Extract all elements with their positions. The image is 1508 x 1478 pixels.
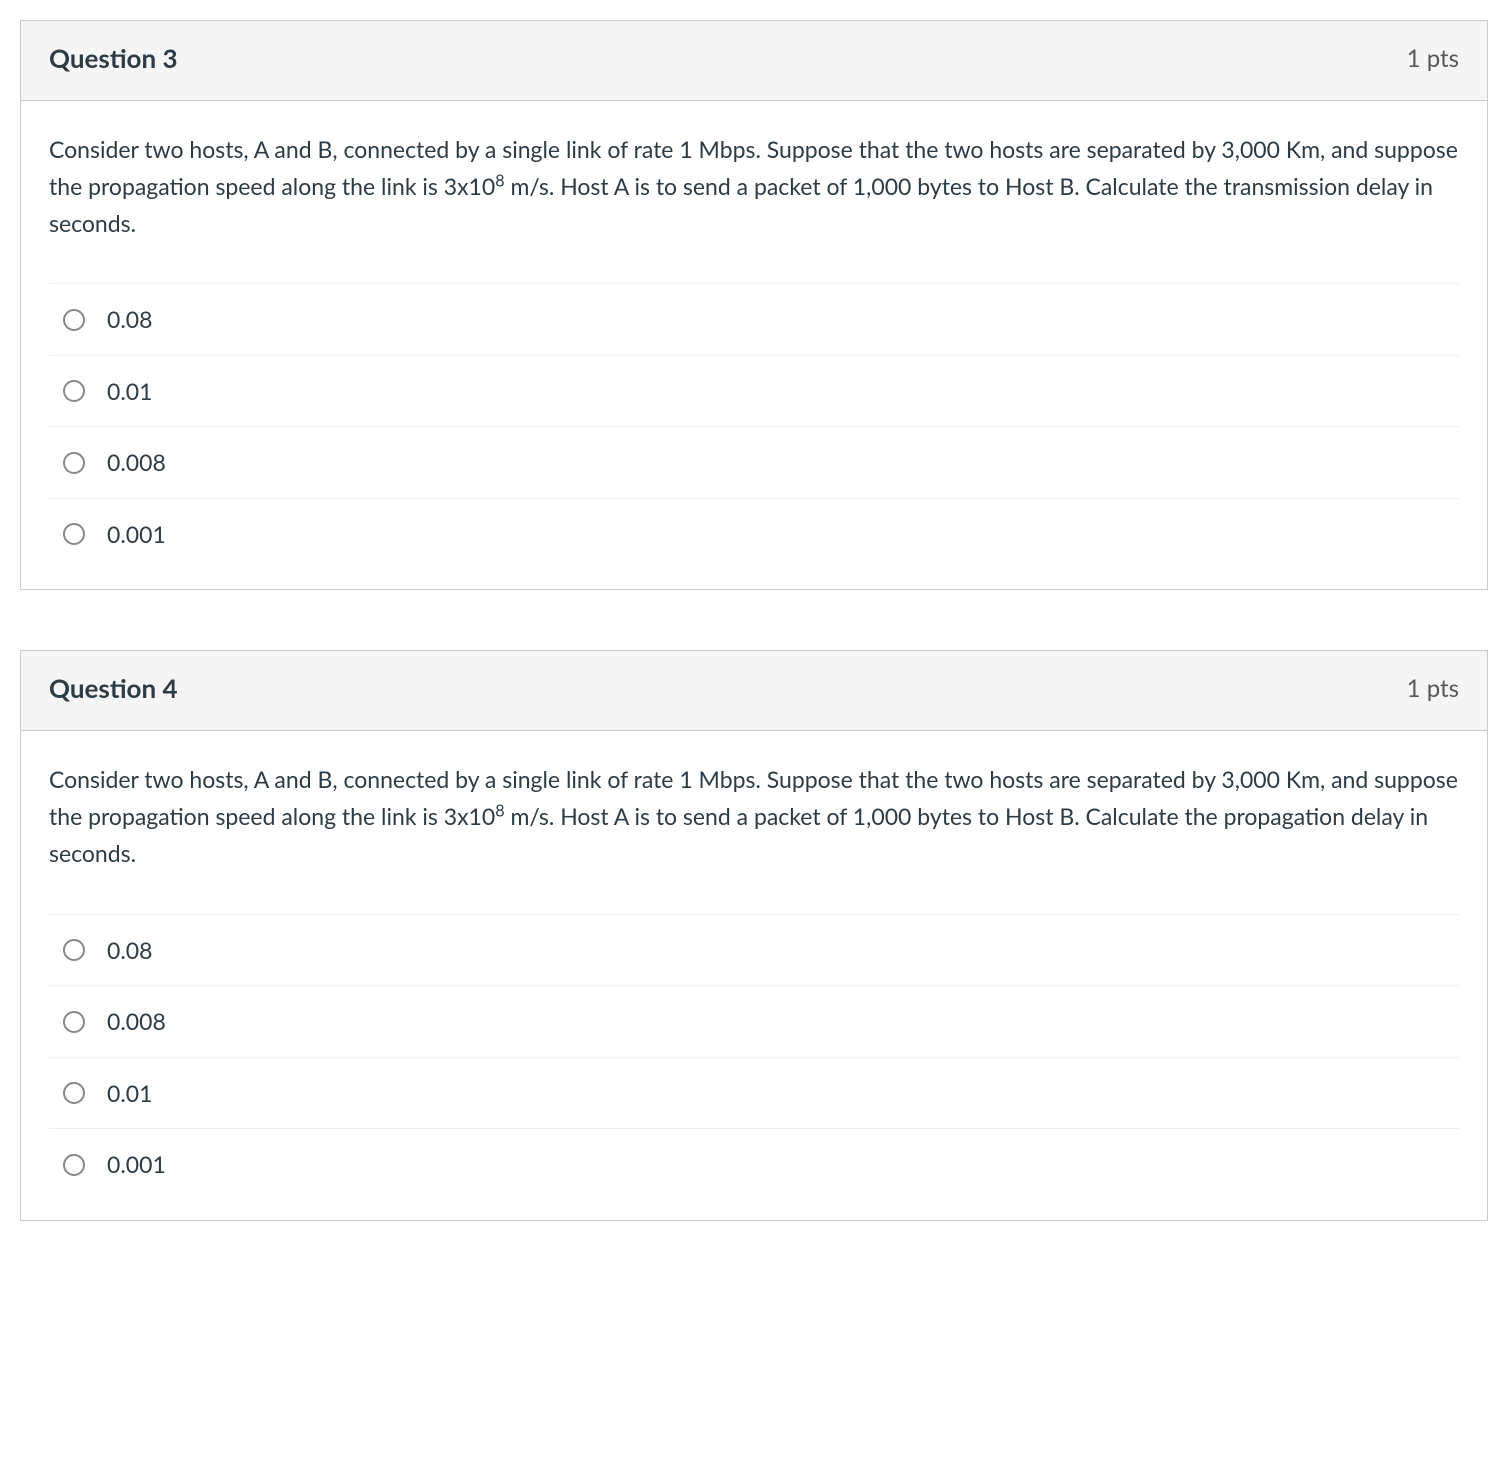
- radio-input[interactable]: [63, 523, 85, 545]
- answer-label: 0.001: [107, 1147, 166, 1182]
- question-card: Question 4 1 pts Consider two hosts, A a…: [20, 650, 1488, 1220]
- answer-option[interactable]: 0.008: [49, 426, 1459, 498]
- question-title: Question 3: [49, 39, 178, 78]
- answer-option[interactable]: 0.08: [49, 914, 1459, 986]
- radio-input[interactable]: [63, 1011, 85, 1033]
- radio-input[interactable]: [63, 380, 85, 402]
- answer-label: 0.008: [107, 1004, 166, 1039]
- question-text-sup: 8: [495, 171, 504, 190]
- question-points: 1 pts: [1407, 671, 1459, 707]
- answer-option[interactable]: 0.001: [49, 1128, 1459, 1210]
- radio-input[interactable]: [63, 309, 85, 331]
- answer-label: 0.08: [107, 302, 152, 337]
- question-text: Consider two hosts, A and B, connected b…: [49, 131, 1459, 241]
- radio-input[interactable]: [63, 939, 85, 961]
- answers-list: 0.08 0.01 0.008 0.001: [49, 283, 1459, 579]
- question-header: Question 4 1 pts: [21, 651, 1487, 731]
- question-text: Consider two hosts, A and B, connected b…: [49, 761, 1459, 871]
- answer-option[interactable]: 0.01: [49, 355, 1459, 427]
- question-body: Consider two hosts, A and B, connected b…: [21, 101, 1487, 589]
- radio-input[interactable]: [63, 452, 85, 474]
- answer-label: 0.008: [107, 445, 166, 480]
- radio-input[interactable]: [63, 1082, 85, 1104]
- answer-option[interactable]: 0.01: [49, 1057, 1459, 1129]
- answers-list: 0.08 0.008 0.01 0.001: [49, 914, 1459, 1210]
- answer-label: 0.01: [107, 1076, 152, 1111]
- question-text-sup: 8: [495, 802, 504, 821]
- radio-input[interactable]: [63, 1154, 85, 1176]
- question-card: Question 3 1 pts Consider two hosts, A a…: [20, 20, 1488, 590]
- answer-option[interactable]: 0.001: [49, 498, 1459, 580]
- answer-label: 0.001: [107, 517, 166, 552]
- question-body: Consider two hosts, A and B, connected b…: [21, 731, 1487, 1219]
- question-title: Question 4: [49, 669, 178, 708]
- question-points: 1 pts: [1407, 41, 1459, 77]
- answer-option[interactable]: 0.08: [49, 283, 1459, 355]
- answer-label: 0.08: [107, 933, 152, 968]
- answer-option[interactable]: 0.008: [49, 985, 1459, 1057]
- answer-label: 0.01: [107, 374, 152, 409]
- question-header: Question 3 1 pts: [21, 21, 1487, 101]
